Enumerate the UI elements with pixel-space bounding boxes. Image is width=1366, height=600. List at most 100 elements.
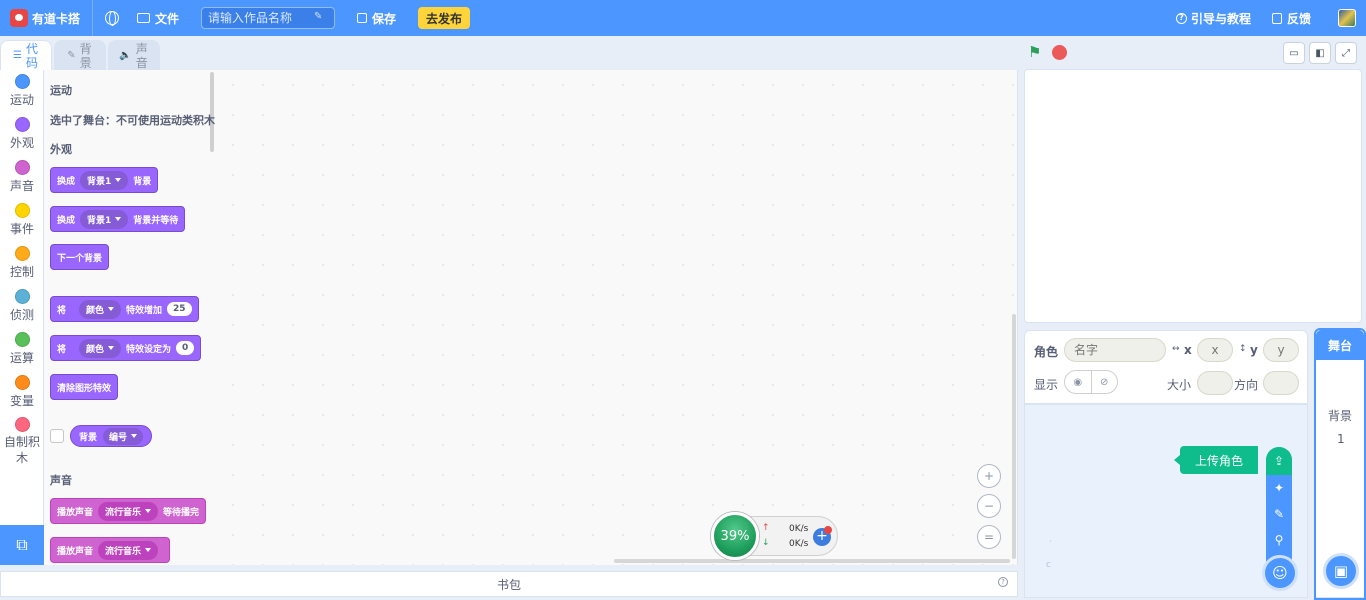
sound-dropdown[interactable]: 流行音乐 bbox=[98, 501, 159, 521]
direction-label: 方向 bbox=[1234, 378, 1259, 392]
tab-backdrops[interactable]: ✎ 背景 bbox=[54, 40, 106, 70]
file-menu[interactable]: 文件 bbox=[137, 10, 179, 27]
add-backdrop-button[interactable]: ▣ bbox=[1323, 553, 1359, 589]
image-plus-icon: ▣ bbox=[1333, 562, 1349, 580]
feedback-icon bbox=[1272, 12, 1282, 24]
menu-divider bbox=[92, 0, 94, 36]
x-label: x bbox=[1184, 343, 1192, 357]
category-operators[interactable]: 运算 bbox=[0, 332, 44, 366]
file-menu-label: 文件 bbox=[155, 11, 180, 26]
category-motion[interactable]: 运动 bbox=[0, 74, 44, 108]
surprise-icon[interactable]: ✦ bbox=[1266, 475, 1292, 501]
sprite-list-faint-mark: · bbox=[1049, 537, 1052, 547]
category-label: 事件 bbox=[9, 222, 34, 236]
sprite-label: 角色 bbox=[1034, 345, 1059, 359]
paint-icon[interactable]: ✎ bbox=[1266, 501, 1292, 527]
category-label: 声音 bbox=[9, 179, 34, 193]
fullscreen-icon[interactable]: ⤢ bbox=[1335, 42, 1357, 64]
green-flag-icon[interactable]: ⚑ bbox=[1028, 44, 1044, 60]
category-label: 变量 bbox=[9, 394, 34, 408]
category-my-blocks[interactable]: 自制积木 bbox=[0, 417, 44, 466]
search-icon[interactable]: ⚲ bbox=[1266, 527, 1292, 553]
direction-input[interactable] bbox=[1263, 371, 1299, 395]
workspace-horizontal-scrollbar[interactable] bbox=[614, 559, 1010, 563]
guide-label: 引导与教程 bbox=[1191, 11, 1252, 26]
normal-stage-icon[interactable]: ◧ bbox=[1309, 42, 1331, 64]
effect-amount-input[interactable]: 25 bbox=[167, 302, 192, 316]
small-stage-icon[interactable]: ▭ bbox=[1283, 42, 1305, 64]
show-eye-icon[interactable]: ◉ bbox=[1065, 371, 1091, 393]
y-position-input[interactable] bbox=[1263, 338, 1299, 362]
hide-eye-icon[interactable]: ⊘ bbox=[1090, 371, 1118, 393]
dropdown-value: 流行音乐 bbox=[105, 507, 142, 518]
y-arrow-icon: ↕ bbox=[1239, 344, 1247, 354]
block-text: 将 bbox=[57, 305, 67, 316]
looks-dot-icon bbox=[14, 117, 30, 132]
add-extension-button[interactable]: ⧉ bbox=[0, 525, 44, 565]
block-switch-backdrop-wait[interactable]: 换成 背景1 背景并等待 bbox=[50, 206, 186, 232]
dropdown-value: 流行音乐 bbox=[105, 546, 142, 557]
block-set-effect[interactable]: 将 颜色 特效设定为 0 bbox=[50, 335, 202, 361]
control-dot-icon bbox=[14, 246, 30, 261]
dropdown-value: 背景1 bbox=[87, 215, 112, 226]
guide-tutorial-button[interactable]: ? 引导与教程 bbox=[1176, 0, 1251, 36]
block-backdrop-reporter[interactable]: 背景 编号 bbox=[70, 425, 153, 447]
effect-value-input[interactable]: 0 bbox=[176, 341, 195, 355]
category-events[interactable]: 事件 bbox=[0, 203, 44, 237]
publish-button[interactable]: 去发布 bbox=[418, 7, 471, 29]
workspace-vertical-scrollbar[interactable] bbox=[1012, 314, 1016, 559]
block-text: 特效增加 bbox=[126, 305, 163, 316]
upload-icon[interactable]: ⇪ bbox=[1266, 447, 1292, 475]
block-play-sound-wait[interactable]: 播放声音 流行音乐 等待播完 bbox=[50, 498, 207, 524]
motion-heading: 运动 bbox=[50, 84, 72, 97]
app-name: 有道卡搭 bbox=[32, 11, 81, 26]
sound-heading: 声音 bbox=[50, 474, 72, 487]
logo-icon bbox=[10, 9, 28, 27]
looks-heading: 外观 bbox=[50, 143, 72, 156]
category-looks[interactable]: 外观 bbox=[0, 117, 44, 151]
sound-dropdown[interactable]: 流行音乐 bbox=[98, 540, 159, 560]
category-sound[interactable]: 声音 bbox=[0, 160, 44, 194]
backdrop-property-dropdown[interactable]: 编号 bbox=[103, 427, 144, 445]
language-globe-icon[interactable] bbox=[105, 11, 120, 26]
dropdown-value: 颜色 bbox=[86, 344, 105, 355]
zoom-out-icon[interactable]: − bbox=[977, 494, 1001, 518]
x-position-input[interactable] bbox=[1197, 338, 1233, 362]
upload-sprite-tooltip[interactable]: 上传角色 bbox=[1174, 446, 1258, 474]
user-avatar[interactable] bbox=[1338, 9, 1356, 27]
backpack-help-icon[interactable]: ? bbox=[998, 577, 1008, 587]
backdrop-dropdown[interactable]: 背景1 bbox=[80, 170, 129, 190]
sprite-name-input[interactable] bbox=[1064, 338, 1166, 362]
block-categories: 运动 外观 声音 事件 控制 侦测 运算 变量 自制积木 bbox=[0, 70, 44, 525]
category-label: 侦测 bbox=[9, 308, 34, 322]
size-input[interactable] bbox=[1197, 371, 1233, 395]
backdrop-dropdown[interactable]: 背景1 bbox=[80, 209, 129, 229]
dropdown-value: 颜色 bbox=[86, 305, 105, 316]
feedback-button[interactable]: 反馈 bbox=[1272, 0, 1311, 36]
save-button[interactable]: 保存 bbox=[357, 10, 396, 27]
block-clear-effects[interactable]: 清除图形特效 bbox=[50, 374, 119, 400]
category-sensing[interactable]: 侦测 bbox=[0, 289, 44, 323]
block-switch-backdrop[interactable]: 换成 背景1 背景 bbox=[50, 167, 159, 193]
zoom-reset-icon[interactable]: = bbox=[977, 525, 1001, 549]
stage-canvas[interactable] bbox=[1024, 69, 1362, 323]
brush-icon: ✎ bbox=[67, 50, 76, 61]
memory-usage-gauge: 39% bbox=[711, 512, 759, 560]
stop-icon[interactable] bbox=[1052, 45, 1067, 60]
tab-code[interactable]: ☰ 代码 bbox=[0, 40, 52, 70]
code-workspace[interactable] bbox=[218, 70, 1018, 565]
block-change-effect[interactable]: 将 颜色 特效增加 25 bbox=[50, 296, 199, 322]
category-control[interactable]: 控制 bbox=[0, 246, 44, 280]
backpack-bar[interactable]: 书包 bbox=[0, 571, 1018, 597]
reporter-checkbox[interactable] bbox=[50, 429, 64, 443]
backdrop-count: 1 bbox=[1337, 432, 1345, 446]
tab-sounds[interactable]: 🔈 声音 bbox=[108, 40, 160, 70]
block-play-sound[interactable]: 播放声音 流行音乐 bbox=[50, 537, 171, 563]
app-logo[interactable]: 有道卡搭 bbox=[10, 9, 80, 27]
block-next-backdrop[interactable]: 下一个背景 bbox=[50, 244, 110, 270]
zoom-in-icon[interactable]: + bbox=[977, 464, 1001, 488]
category-variables[interactable]: 变量 bbox=[0, 375, 44, 409]
effect-dropdown[interactable]: 颜色 bbox=[79, 299, 122, 319]
add-sprite-button[interactable]: ☺ bbox=[1262, 555, 1298, 591]
effect-dropdown[interactable]: 颜色 bbox=[79, 338, 122, 358]
